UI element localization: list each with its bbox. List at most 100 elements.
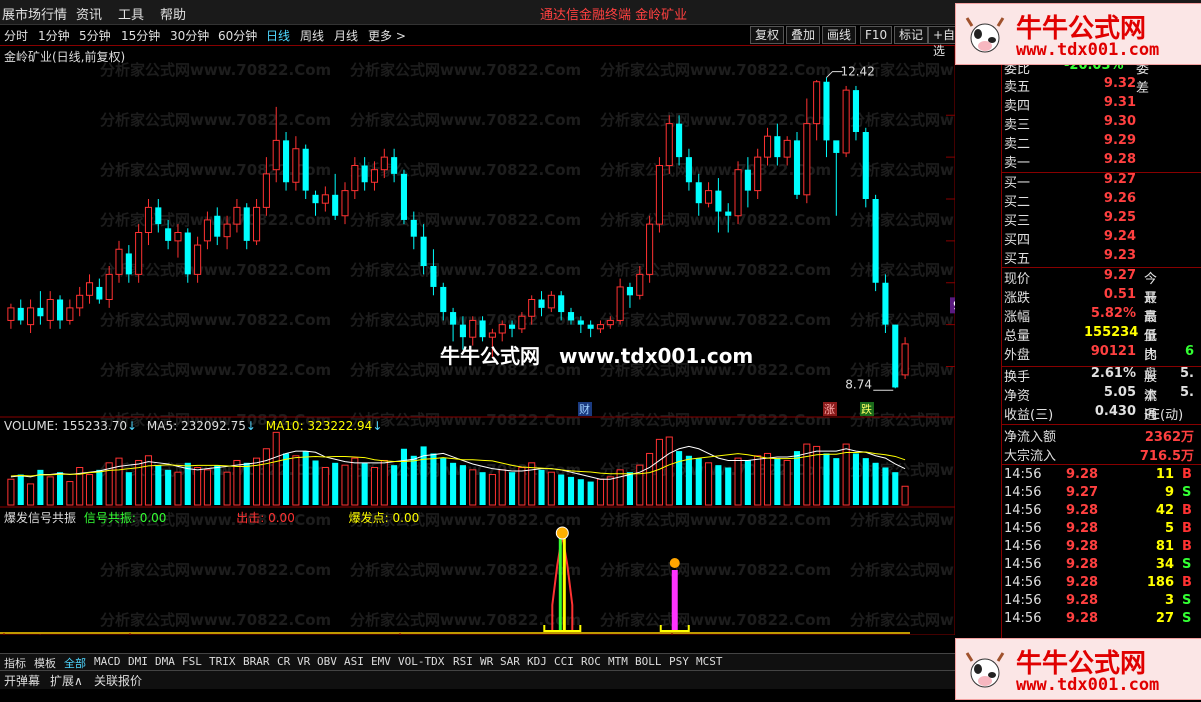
watermark-text: 分析家公式网www.70822.Com — [600, 561, 831, 579]
menu-market[interactable]: 展市场行情 — [2, 4, 67, 23]
period-tab[interactable]: 周线 — [300, 27, 324, 44]
candle-down — [125, 253, 132, 275]
period-tab[interactable]: 5分钟 — [79, 27, 111, 44]
indicator-tab[interactable]: DMI — [128, 655, 148, 668]
event-tag[interactable]: 涨 — [824, 403, 835, 416]
indicator-tab[interactable]: 全部 — [64, 655, 86, 671]
stat-value: 0.51 — [1103, 287, 1136, 302]
volume-bar-down — [430, 453, 437, 505]
indicator-tab[interactable]: MACD — [94, 655, 121, 668]
indicator-tab[interactable]: MTM — [608, 655, 628, 668]
candle-up — [66, 307, 74, 321]
stat-label: 净资 — [1004, 389, 1031, 404]
f10-button[interactable]: F10 — [860, 26, 893, 44]
stat-row: 现价 9.27 今开 — [1004, 268, 1157, 306]
indicator-tab[interactable]: CCI — [554, 655, 574, 668]
stat-row: 换手 2.61% 股本 5. — [1004, 366, 1194, 404]
indicator-tab[interactable]: ASI — [344, 655, 364, 668]
stat-label: 换手 — [1004, 370, 1031, 385]
volume-bar-down — [872, 462, 879, 505]
overlay-button[interactable]: 叠加 — [786, 26, 821, 44]
indicator-tab[interactable]: 指标 — [4, 655, 26, 671]
volume-bar-up — [370, 467, 379, 506]
indicator-tab[interactable]: MCST — [696, 655, 723, 668]
indicator-tab[interactable]: VR — [297, 655, 310, 668]
tick-price: 9.28 — [1066, 521, 1099, 536]
ask-row: 卖二 9.29 — [1004, 133, 1136, 152]
indicator-tab[interactable]: KDJ — [527, 655, 547, 668]
period-tab-active[interactable]: 日线 — [266, 27, 290, 44]
period-tab[interactable]: 60分钟 — [218, 27, 257, 44]
bid-label: 买三 — [1004, 214, 1031, 229]
logo-bottom: 牛牛公式网 www.tdx001.com — [955, 638, 1201, 700]
candle-down — [882, 282, 889, 325]
candle-down — [793, 140, 801, 195]
volume-bar-down — [312, 460, 319, 505]
event-tag[interactable]: 财 — [579, 402, 590, 416]
volume-bar-down — [793, 451, 801, 505]
period-tab[interactable]: 30分钟 — [170, 27, 209, 44]
volume-bar-down — [852, 453, 860, 505]
indicator-tab[interactable]: BRAR — [243, 655, 270, 668]
related-quote-button[interactable]: 关联报价 — [94, 672, 142, 689]
indicator-tab[interactable]: RSI — [453, 655, 473, 668]
indicator-tab[interactable]: ROC — [581, 655, 601, 668]
volume-bar-up — [115, 457, 123, 506]
tick-time: 14:56 — [1004, 593, 1042, 608]
period-more[interactable]: 更多 > — [368, 27, 406, 44]
tick-row: 14:56 9.28 27 S — [1004, 611, 1191, 629]
draw-line-button[interactable]: 画线 — [822, 26, 857, 44]
indicator-tab[interactable]: 模板 — [34, 655, 56, 671]
indicator-tab[interactable]: DMA — [155, 655, 175, 668]
period-tab[interactable]: 15分钟 — [121, 27, 160, 44]
ask-row: 卖一 9.28 — [1004, 152, 1136, 171]
indicator-tabs: 指标 模板 全部 MACD DMI DMA FSL TRIX BRAR CR VR OBV ASI EMV… — [0, 653, 955, 671]
volume-bar-down — [685, 455, 692, 505]
indicator-tab[interactable]: FSL — [182, 655, 202, 668]
indicator-tab[interactable]: VOL-TDX — [398, 655, 444, 668]
indicator-tab[interactable]: WR — [480, 655, 493, 668]
event-tag[interactable]: 跌 — [861, 402, 872, 416]
volume-bar-down — [214, 465, 221, 505]
tick-side: B — [1182, 539, 1192, 554]
restore-rights-button[interactable]: 复权 — [750, 26, 785, 44]
menu-tools[interactable]: 工具 — [118, 4, 144, 23]
volume-bar-up — [233, 459, 241, 506]
ask-label: 卖一 — [1004, 156, 1031, 171]
stat-value: 6 — [1184, 344, 1194, 359]
menu-help[interactable]: 帮助 — [160, 4, 186, 23]
volume-bar-down — [744, 460, 751, 505]
indicator-tab[interactable]: SAR — [500, 655, 520, 668]
stat-value: 90121 — [1090, 344, 1136, 359]
bid-row: 买三 9.25 — [1004, 210, 1136, 229]
candle-up — [901, 343, 909, 376]
indicator-tab[interactable]: EMV — [371, 655, 391, 668]
volume-bar-down — [410, 455, 417, 505]
volume-bar-down — [96, 469, 103, 505]
indicator-tab[interactable]: BOLL — [635, 655, 662, 668]
tick-row: 14:56 9.28 5 B — [1004, 521, 1192, 539]
indicator-tab[interactable]: PSY — [669, 655, 689, 668]
volume-bar-up — [46, 476, 54, 506]
indicator-tab[interactable]: CR — [277, 655, 290, 668]
bid-label: 买四 — [1004, 233, 1031, 248]
ask-row: 卖五 9.32 — [1004, 76, 1136, 95]
candle-up — [596, 324, 605, 330]
volume-bar-up — [27, 483, 35, 506]
flow-value: 716.5万 — [1139, 449, 1194, 464]
indicator-tab[interactable]: OBV — [317, 655, 337, 668]
expand-button[interactable]: 扩展∧ — [50, 672, 83, 689]
mark-button[interactable]: 标记 — [894, 26, 929, 44]
candle-down — [165, 228, 172, 241]
tick-price: 9.28 — [1066, 593, 1099, 608]
bid-row: 买二 9.26 — [1004, 191, 1136, 210]
period-tab[interactable]: 1分钟 — [38, 27, 70, 44]
stat-row: 净资 5.05 流通 5. — [1004, 385, 1194, 423]
candle-down — [56, 299, 64, 321]
menu-news[interactable]: 资讯 — [76, 4, 102, 23]
period-tab[interactable]: 分时 — [4, 27, 28, 44]
candle-up — [498, 324, 506, 334]
period-tab[interactable]: 月线 — [334, 27, 358, 44]
danmaku-button[interactable]: 开弹幕 — [4, 672, 40, 689]
indicator-tab[interactable]: TRIX — [209, 655, 236, 668]
